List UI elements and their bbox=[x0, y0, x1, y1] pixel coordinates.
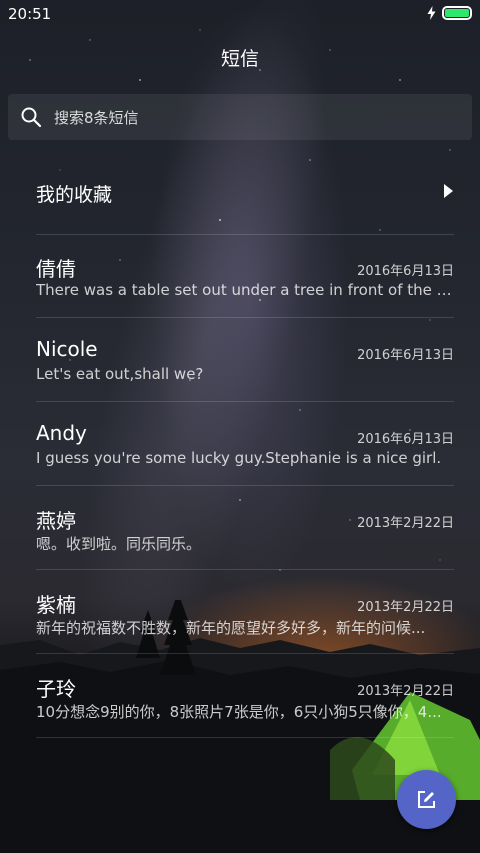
message-preview: There was a table set out under a tree i… bbox=[36, 281, 454, 299]
message-date: 2016年6月13日 bbox=[357, 432, 454, 447]
message-date: 2016年6月13日 bbox=[357, 348, 454, 363]
lightning-icon bbox=[427, 6, 436, 20]
message-preview: 嗯。收到啦。同乐同乐。 bbox=[36, 535, 202, 553]
message-date: 2013年2月22日 bbox=[357, 516, 454, 531]
status-bar: 20:51 bbox=[0, 0, 480, 28]
search-icon bbox=[21, 107, 42, 128]
conversation-row[interactable]: 子玲 2013年2月22日 10分想念9别的你，8张照片7张是你，6只小狗5只像… bbox=[36, 654, 454, 738]
message-preview: 10分想念9别的你，8张照片7张是你，6只小狗5只像你，4... bbox=[36, 703, 442, 721]
compose-icon bbox=[418, 791, 435, 808]
contact-name: 紫楠 bbox=[36, 593, 76, 617]
favorites-row[interactable]: 我的收藏 bbox=[36, 150, 454, 235]
conversation-list: 倩倩 2016年6月13日 There was a table set out … bbox=[36, 234, 454, 738]
page-title: 短信 bbox=[220, 48, 259, 70]
search-bar[interactable]: 搜索8条短信 bbox=[8, 94, 472, 140]
battery-level-fill bbox=[445, 9, 469, 17]
conversation-row[interactable]: 燕婷 2013年2月22日 嗯。收到啦。同乐同乐。 bbox=[36, 486, 454, 570]
contact-name: Andy bbox=[36, 421, 87, 445]
sms-screen: 20:51 短信 搜索8条短信 我的收藏 倩倩 2016年6月13日 There… bbox=[0, 0, 480, 853]
favorites-label: 我的收藏 bbox=[36, 184, 113, 206]
contact-name: 倩倩 bbox=[36, 257, 76, 281]
chevron-right-icon bbox=[444, 184, 453, 198]
message-preview: 新年的祝福数不胜数，新年的愿望好多好多，新年的问候... bbox=[36, 619, 426, 637]
battery-icon bbox=[442, 6, 472, 20]
message-preview: Let's eat out,shall we? bbox=[36, 365, 204, 383]
conversation-row[interactable]: 紫楠 2013年2月22日 新年的祝福数不胜数，新年的愿望好多好多，新年的问候.… bbox=[36, 570, 454, 654]
conversation-row[interactable]: 倩倩 2016年6月13日 There was a table set out … bbox=[36, 234, 454, 318]
status-indicators bbox=[427, 6, 472, 20]
message-date: 2013年2月22日 bbox=[357, 600, 454, 615]
contact-name: 子玲 bbox=[36, 677, 76, 701]
conversation-row[interactable]: Andy 2016年6月13日 I guess you're some luck… bbox=[36, 402, 454, 486]
message-date: 2016年6月13日 bbox=[357, 264, 454, 279]
search-placeholder: 搜索8条短信 bbox=[54, 109, 139, 127]
conversation-row[interactable]: Nicole 2016年6月13日 Let's eat out,shall we… bbox=[36, 318, 454, 402]
status-time: 20:51 bbox=[8, 5, 52, 23]
message-preview: I guess you're some lucky guy.Stephanie … bbox=[36, 449, 442, 467]
compose-button[interactable] bbox=[397, 770, 456, 829]
message-date: 2013年2月22日 bbox=[357, 684, 454, 699]
contact-name: Nicole bbox=[36, 337, 98, 361]
contact-name: 燕婷 bbox=[36, 509, 76, 533]
